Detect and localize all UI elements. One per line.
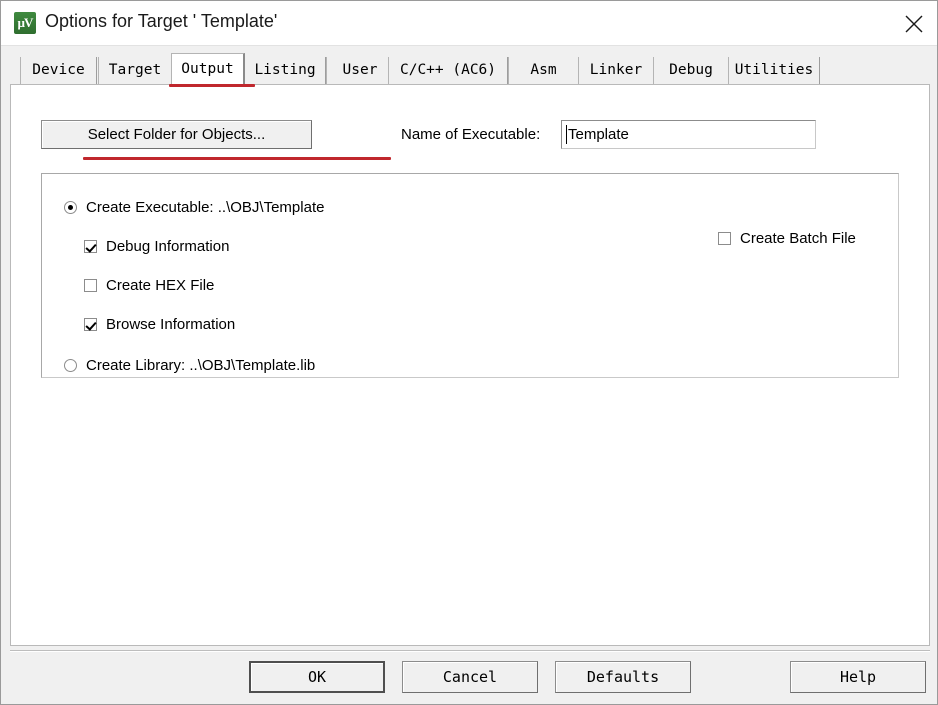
- name-of-executable-value: Template: [568, 126, 629, 143]
- output-options-group: Create Executable: ..\OBJ\Template Debug…: [41, 173, 899, 378]
- radio-empty-icon: [64, 359, 77, 372]
- checkbox-empty-icon: [718, 232, 731, 245]
- tab-asm[interactable]: Asm: [508, 57, 579, 85]
- window-title: Options for Target ' Template': [45, 11, 278, 31]
- tab-linker[interactable]: Linker: [578, 57, 654, 85]
- cancel-button[interactable]: Cancel: [402, 661, 538, 693]
- tab-listing[interactable]: Listing: [244, 57, 326, 85]
- browse-information-label: Browse Information: [106, 316, 236, 333]
- title-bar: µV Options for Target ' Template': [1, 1, 937, 46]
- checkmark-icon: [84, 318, 97, 331]
- tab-output[interactable]: Output: [171, 53, 245, 86]
- annotation-underline-select-folder: [83, 157, 391, 160]
- tab-utilities[interactable]: Utilities: [728, 57, 820, 85]
- tab-device[interactable]: Device: [20, 57, 97, 85]
- close-icon: [905, 15, 923, 33]
- tab-strip: Device Target Output Listing User C/C++ …: [10, 53, 930, 86]
- create-hex-file-label: Create HEX File: [106, 277, 215, 294]
- name-of-executable-label: Name of Executable:: [401, 126, 541, 143]
- help-button[interactable]: Help: [790, 661, 926, 693]
- radio-indicator-icon: [64, 201, 77, 214]
- tab-debug[interactable]: Debug: [653, 57, 729, 85]
- create-batch-file-label: Create Batch File: [740, 230, 856, 247]
- tab-user[interactable]: User: [326, 57, 394, 85]
- debug-information-label: Debug Information: [106, 238, 230, 255]
- footer-separator: [10, 650, 930, 652]
- keil-uvision-icon: µV: [14, 12, 36, 34]
- select-folder-for-objects-button[interactable]: Select Folder for Objects...: [41, 120, 312, 149]
- create-library-label: Create Library: ..\OBJ\Template.lib: [86, 357, 316, 374]
- tab-target[interactable]: Target: [98, 57, 172, 85]
- create-executable-label: Create Executable: ..\OBJ\Template: [86, 199, 325, 216]
- options-dialog: µV Options for Target ' Template' Device…: [0, 0, 938, 705]
- text-caret: [566, 125, 567, 144]
- tab-c-cpp-ac6[interactable]: C/C++ (AC6): [388, 57, 508, 85]
- name-of-executable-input[interactable]: Template: [561, 120, 816, 149]
- annotation-underline-output-tab: [169, 84, 255, 87]
- app-icon-glyph: µV: [17, 15, 34, 30]
- checkmark-icon: [84, 240, 97, 253]
- checkbox-empty-icon: [84, 279, 97, 292]
- defaults-button[interactable]: Defaults: [555, 661, 691, 693]
- ok-button[interactable]: OK: [249, 661, 385, 693]
- close-button[interactable]: [891, 1, 937, 45]
